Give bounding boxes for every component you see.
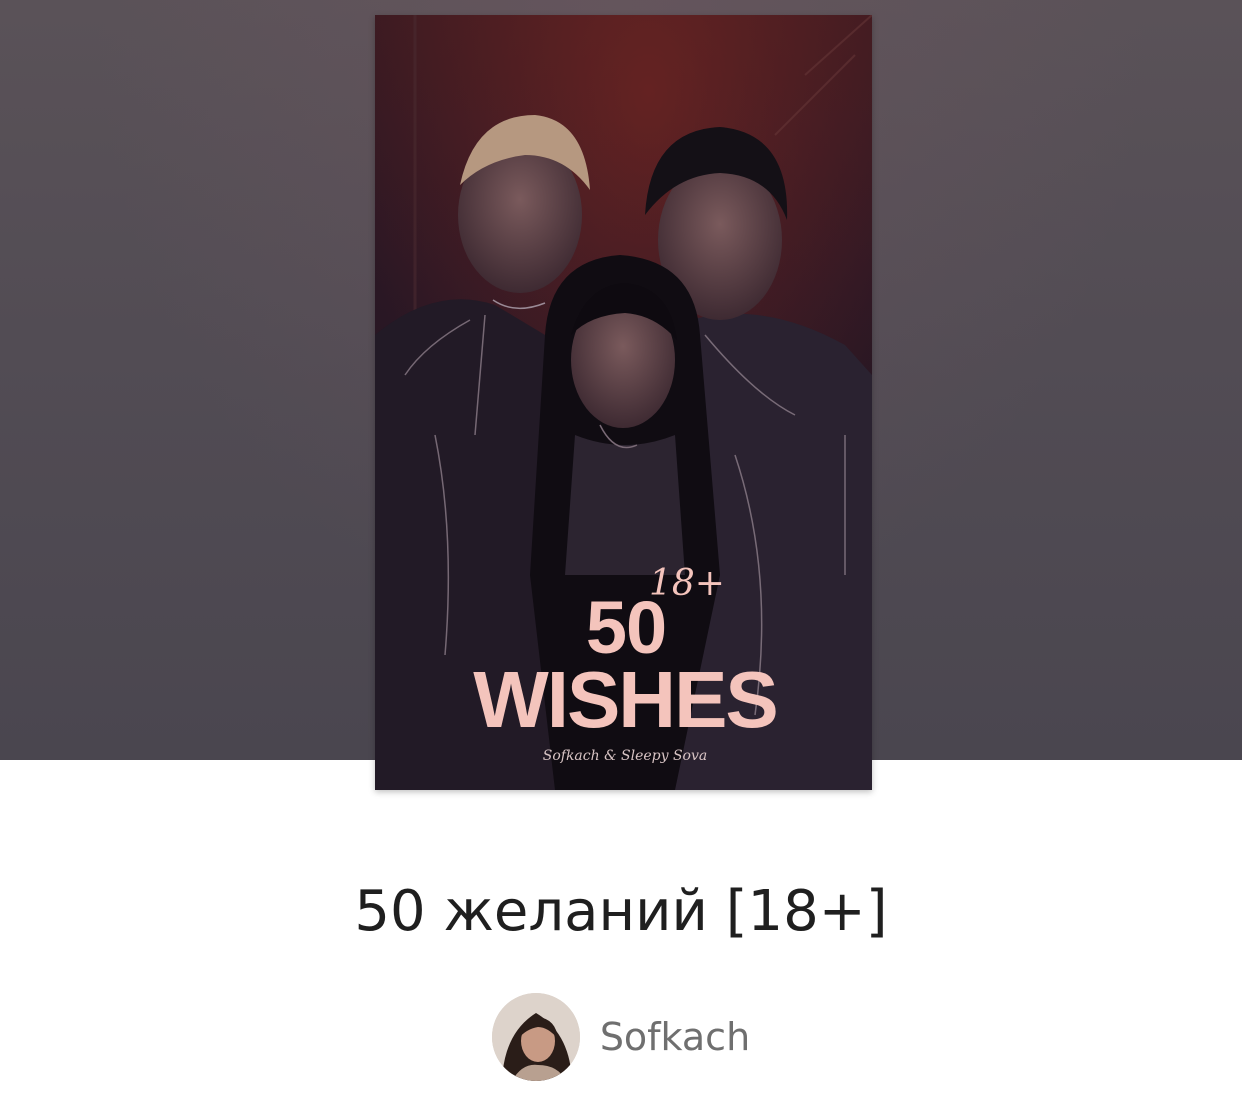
book-cover[interactable]: 50 18+ WISHES Sofkach & Sleepy Sova: [375, 15, 872, 790]
author-link[interactable]: Sofkach: [0, 993, 1242, 1081]
cover-artwork: 50 18+ WISHES Sofkach & Sleepy Sova: [375, 15, 872, 790]
cover-age-mark: 18+: [649, 563, 725, 604]
cover-title-word: WISHES: [473, 655, 777, 744]
avatar[interactable]: [491, 993, 580, 1081]
avatar-portrait-icon: [491, 993, 580, 1081]
story-title: 50 желаний [18+]: [354, 879, 888, 944]
author-name[interactable]: Sofkach: [600, 1015, 750, 1059]
cover-credits: Sofkach & Sleepy Sova: [543, 748, 708, 764]
